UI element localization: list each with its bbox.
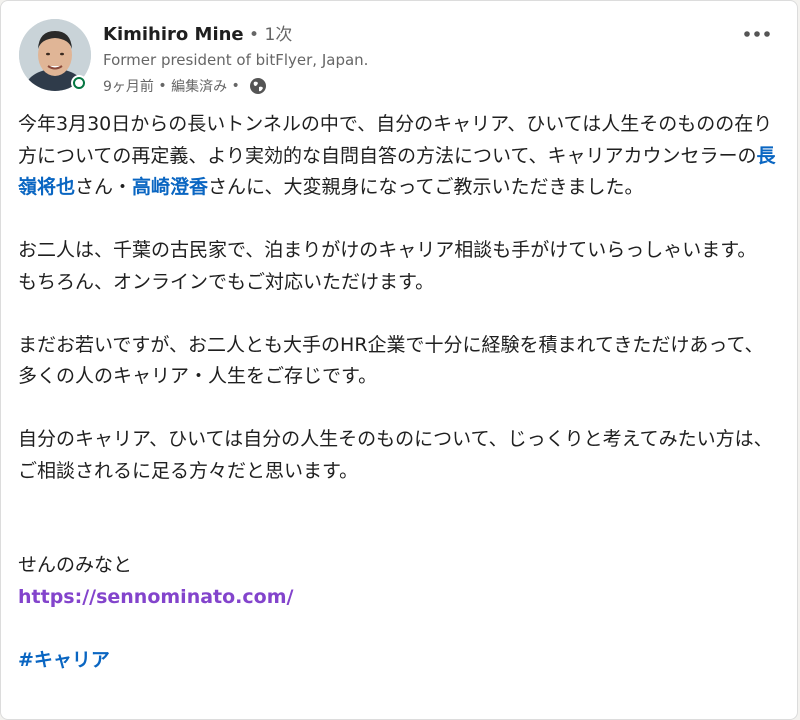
author-line: Kimihiro Mine • 1次 <box>103 23 292 47</box>
hashtag-link[interactable]: #キャリア <box>18 649 110 671</box>
post-text: さんに、大変親身になってご教示いただきました。 <box>208 176 644 198</box>
more-options-button[interactable] <box>737 19 777 49</box>
post-body: 今年3月30日からの長いトンネルの中で、自分のキャリア、ひいては人生そのものの在… <box>18 109 778 676</box>
post-card: Kimihiro Mine • 1次 Former president of b… <box>0 0 798 720</box>
post-text: 今年3月30日からの長いトンネルの中で、自分のキャリア、ひいては人生そのものの在… <box>18 113 773 167</box>
separator-dot: • <box>227 78 245 94</box>
separator-dot: • <box>243 25 265 45</box>
post-paragraph: 今年3月30日からの長いトンネルの中で、自分のキャリア、ひいては人生そのものの在… <box>18 109 778 204</box>
connection-degree: 1次 <box>264 25 293 45</box>
signature: せんのみなと <box>18 554 133 576</box>
more-options-icon <box>744 31 770 37</box>
website-link[interactable]: https://sennominato.com/ <box>18 586 293 608</box>
post-text: さん・ <box>75 176 133 198</box>
post-time: 9ヶ月前 <box>103 79 154 95</box>
edited-label: 編集済み <box>171 79 228 95</box>
post-paragraph: お二人は、千葉の古民家で、泊まりがけのキャリア相談も手がけていらっしゃいます。 <box>18 239 757 261</box>
online-status-icon <box>71 75 87 91</box>
author-name[interactable]: Kimihiro Mine <box>103 24 244 45</box>
post-paragraph: 自分のキャリア、ひいては自分の人生そのものについて、じっくりと考えてみたい方は、… <box>18 428 773 482</box>
post-meta: 9ヶ月前 • 編集済み • <box>103 76 267 96</box>
separator-dot: • <box>153 78 172 94</box>
mention-link[interactable]: 高崎澄香 <box>132 176 208 198</box>
globe-icon <box>249 77 267 95</box>
post-paragraph: もちろん、オンラインでもご対応いただけます。 <box>18 270 435 293</box>
author-headline: Former president of bitFlyer, Japan. <box>103 51 369 69</box>
post-paragraph: まだお若いですが、お二人とも大手のHR企業で十分に経験を積まれてきただけあって、… <box>18 333 764 388</box>
